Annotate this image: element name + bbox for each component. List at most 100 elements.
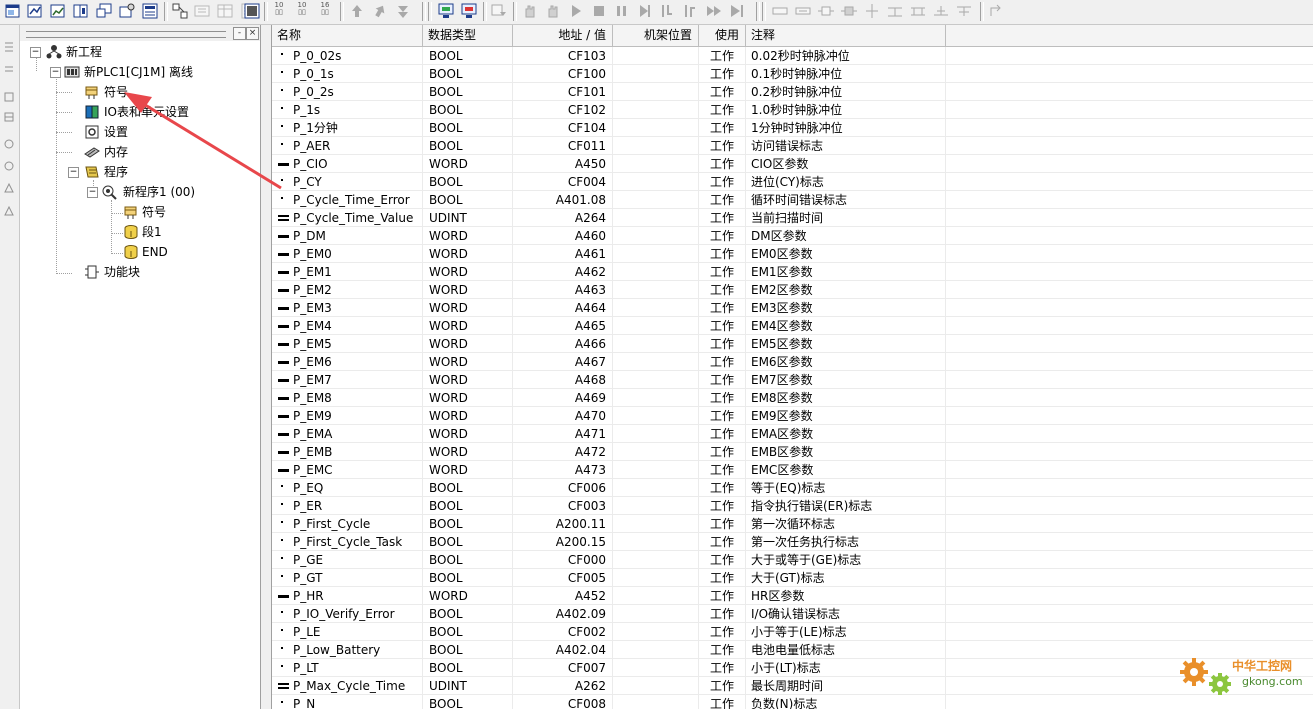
table-row[interactable]: P_EMB WORD A472 工作 EMB区参数	[272, 443, 1313, 461]
table-row[interactable]: P_Cycle_Time_Error BOOL A401.08 工作 循环时间错误标志	[272, 191, 1313, 209]
table-row[interactable]: P_EM2 WORD A463 工作 EM2区参数	[272, 281, 1313, 299]
counter-10-icon[interactable]: 10 ▯▯	[270, 2, 288, 20]
table-row[interactable]: P_Cycle_Time_Value UDINT A264 工作 当前扫描时间	[272, 209, 1313, 227]
step-icon[interactable]	[636, 2, 654, 20]
counter-16-icon[interactable]: 16 ▯▯	[316, 2, 334, 20]
table-row[interactable]: P_GE BOOL CF000 工作 大于或等于(GE)标志	[272, 551, 1313, 569]
table-row[interactable]: P_0_02s BOOL CF103 工作 0.02秒时钟脉冲位	[272, 47, 1313, 65]
tool-icon[interactable]	[3, 138, 15, 150]
memory-grid-icon[interactable]	[243, 2, 261, 20]
table-row[interactable]: P_CIO WORD A450 工作 CIO区参数	[272, 155, 1313, 173]
column-header-address[interactable]: 地址 / 值	[513, 25, 613, 46]
column-header-type[interactable]: 数据类型	[423, 25, 513, 46]
branch-icon[interactable]	[909, 2, 927, 20]
column-header-use[interactable]: 使用	[699, 25, 746, 46]
table-row[interactable]: P_1s BOOL CF102 工作 1.0秒时钟脉冲位	[272, 101, 1313, 119]
table-row[interactable]: P_EM5 WORD A466 工作 EM5区参数	[272, 335, 1313, 353]
table-row[interactable]: P_N BOOL CF008 工作 负数(N)标志	[272, 695, 1313, 709]
table-row[interactable]: P_AER BOOL CF011 工作 访问错误标志	[272, 137, 1313, 155]
address-ref-icon[interactable]	[193, 2, 211, 20]
pin-icon[interactable]: -	[233, 27, 246, 40]
table-row[interactable]: P_0_1s BOOL CF100 工作 0.1秒时钟脉冲位	[272, 65, 1313, 83]
table-row[interactable]: P_0_2s BOOL CF101 工作 0.2秒时钟脉冲位	[272, 83, 1313, 101]
collapse-icon[interactable]: −	[68, 167, 79, 178]
step-out-icon[interactable]	[682, 2, 700, 20]
close-icon[interactable]: ×	[246, 27, 259, 40]
tool-icon[interactable]	[3, 91, 15, 103]
table-row[interactable]: P_CY BOOL CF004 工作 进位(CY)标志	[272, 173, 1313, 191]
transfer-plc-icon[interactable]	[490, 2, 508, 20]
return-icon[interactable]	[987, 2, 1005, 20]
coil-icon[interactable]	[817, 2, 835, 20]
branch-down-icon[interactable]	[932, 2, 950, 20]
split-view-icon[interactable]	[72, 2, 90, 20]
table-row[interactable]: P_EQ BOOL CF006 工作 等于(EQ)标志	[272, 479, 1313, 497]
table-icon[interactable]	[216, 2, 234, 20]
transfer-icon[interactable]	[394, 2, 412, 20]
step-in-icon[interactable]	[659, 2, 677, 20]
collapse-icon[interactable]: −	[50, 67, 61, 78]
arrow-up-icon[interactable]	[348, 2, 366, 20]
table-row[interactable]: P_DM WORD A460 工作 DM区参数	[272, 227, 1313, 245]
coil-nc-icon[interactable]	[840, 2, 858, 20]
table-row[interactable]: P_LE BOOL CF002 工作 小于等于(LE)标志	[272, 623, 1313, 641]
table-row[interactable]: P_EM8 WORD A469 工作 EM8区参数	[272, 389, 1313, 407]
table-row[interactable]: P_EM6 WORD A467 工作 EM6区参数	[272, 353, 1313, 371]
table-row[interactable]: P_First_Cycle_Task BOOL A200.15 工作 第一次任务执行标志	[272, 533, 1313, 551]
arrow-down-left-icon[interactable]	[371, 2, 389, 20]
tool-icon[interactable]	[3, 41, 15, 53]
stop-icon[interactable]	[590, 2, 608, 20]
hand-icon[interactable]	[521, 2, 539, 20]
toolbar-separator	[164, 2, 168, 21]
grid-window-icon[interactable]	[141, 2, 159, 20]
simulator-icon[interactable]	[460, 2, 478, 20]
tool-icon[interactable]	[3, 111, 15, 123]
instruction-icon[interactable]	[955, 2, 973, 20]
column-header-rack[interactable]: 机架位置	[613, 25, 699, 46]
new-window-icon[interactable]	[4, 2, 22, 20]
online-icon[interactable]	[437, 2, 455, 20]
table-row[interactable]: P_LT BOOL CF007 工作 小于(LT)标志	[272, 659, 1313, 677]
monitor-view-icon[interactable]	[49, 2, 67, 20]
column-header-comment[interactable]: 注释	[746, 25, 946, 46]
table-row[interactable]: P_GT BOOL CF005 工作 大于(GT)标志	[272, 569, 1313, 587]
pause-icon[interactable]	[613, 2, 631, 20]
pane-grip[interactable]	[26, 31, 226, 38]
vline-icon[interactable]	[863, 2, 881, 20]
table-row[interactable]: P_Low_Battery BOOL A402.04 工作 电池电量低标志	[272, 641, 1313, 659]
table-row[interactable]: P_EM1 WORD A462 工作 EM1区参数	[272, 263, 1313, 281]
table-row[interactable]: P_Max_Cycle_Time UDINT A262 工作 最长周期时间	[272, 677, 1313, 695]
fast-forward-icon[interactable]	[705, 2, 723, 20]
table-row[interactable]: P_EM9 WORD A470 工作 EM9区参数	[272, 407, 1313, 425]
step-end-icon[interactable]	[728, 2, 746, 20]
collapse-icon[interactable]: −	[87, 187, 98, 198]
tool-icon[interactable]	[3, 205, 15, 217]
float-window-icon[interactable]	[95, 2, 113, 20]
collapse-icon[interactable]: −	[30, 47, 41, 58]
tool-icon[interactable]	[3, 160, 15, 172]
table-row[interactable]: P_ER BOOL CF003 工作 指令执行错误(ER)标志	[272, 497, 1313, 515]
contact-icon[interactable]	[771, 2, 789, 20]
table-row[interactable]: P_EM4 WORD A465 工作 EM4区参数	[272, 317, 1313, 335]
counter-10b-icon[interactable]: 10 ▯▯	[293, 2, 311, 20]
program-view-icon[interactable]	[26, 2, 44, 20]
cross-reference-icon[interactable]	[171, 2, 189, 20]
pane-splitter[interactable]	[261, 25, 272, 709]
table-row[interactable]: P_EMA WORD A471 工作 EMA区参数	[272, 425, 1313, 443]
table-row[interactable]: P_EM0 WORD A461 工作 EM0区参数	[272, 245, 1313, 263]
table-row[interactable]: P_IO_Verify_Error BOOL A402.09 工作 I/O确认错误标志	[272, 605, 1313, 623]
tool-icon[interactable]	[3, 182, 15, 194]
hand-force-icon[interactable]	[544, 2, 562, 20]
table-row[interactable]: P_EM3 WORD A464 工作 EM3区参数	[272, 299, 1313, 317]
contact-nc-icon[interactable]	[794, 2, 812, 20]
play-icon[interactable]	[567, 2, 585, 20]
table-row[interactable]: P_First_Cycle BOOL A200.11 工作 第一次循环标志	[272, 515, 1313, 533]
table-row[interactable]: P_1分钟 BOOL CF104 工作 1分钟时钟脉冲位	[272, 119, 1313, 137]
tool-icon[interactable]	[3, 65, 15, 77]
hline-icon[interactable]	[886, 2, 904, 20]
table-row[interactable]: P_HR WORD A452 工作 HR区参数	[272, 587, 1313, 605]
table-row[interactable]: P_EMC WORD A473 工作 EMC区参数	[272, 461, 1313, 479]
table-row[interactable]: P_EM7 WORD A468 工作 EM7区参数	[272, 371, 1313, 389]
column-header-name[interactable]: 名称	[272, 25, 423, 46]
properties-icon[interactable]	[118, 2, 136, 20]
